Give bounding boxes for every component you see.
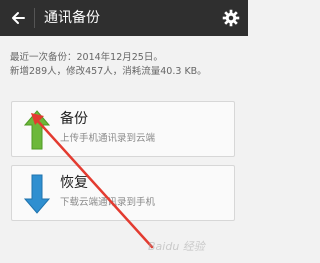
top-bar: 通讯备份 [0, 0, 248, 36]
download-arrow-icon [24, 174, 50, 214]
backup-button[interactable]: 备份 上传手机通讯录到云端 [11, 101, 235, 157]
backup-subtitle: 上传手机通讯录到云端 [60, 133, 156, 144]
arrow-left-icon [12, 12, 25, 24]
backup-info: 最近一次备份：2014年12月25日。 新增289人，修改457人，消耗流量40… [10, 51, 207, 79]
divider [34, 8, 35, 28]
page-title: 通讯备份 [44, 10, 100, 26]
last-backup-text: 最近一次备份：2014年12月25日。 [10, 52, 163, 63]
restore-subtitle: 下载云端通讯录到手机 [60, 197, 156, 208]
restore-button[interactable]: 恢复 下载云端通讯录到手机 [11, 165, 235, 221]
restore-title: 恢复 [60, 175, 88, 191]
back-button[interactable] [6, 4, 30, 32]
backup-stats-text: 新增289人，修改457人，消耗流量40.3 KB。 [10, 66, 207, 77]
upload-arrow-icon [24, 110, 50, 150]
settings-button[interactable] [218, 4, 244, 32]
watermark: Baidu 经验 [148, 240, 205, 253]
backup-title: 备份 [60, 111, 88, 127]
gear-icon [222, 9, 240, 27]
